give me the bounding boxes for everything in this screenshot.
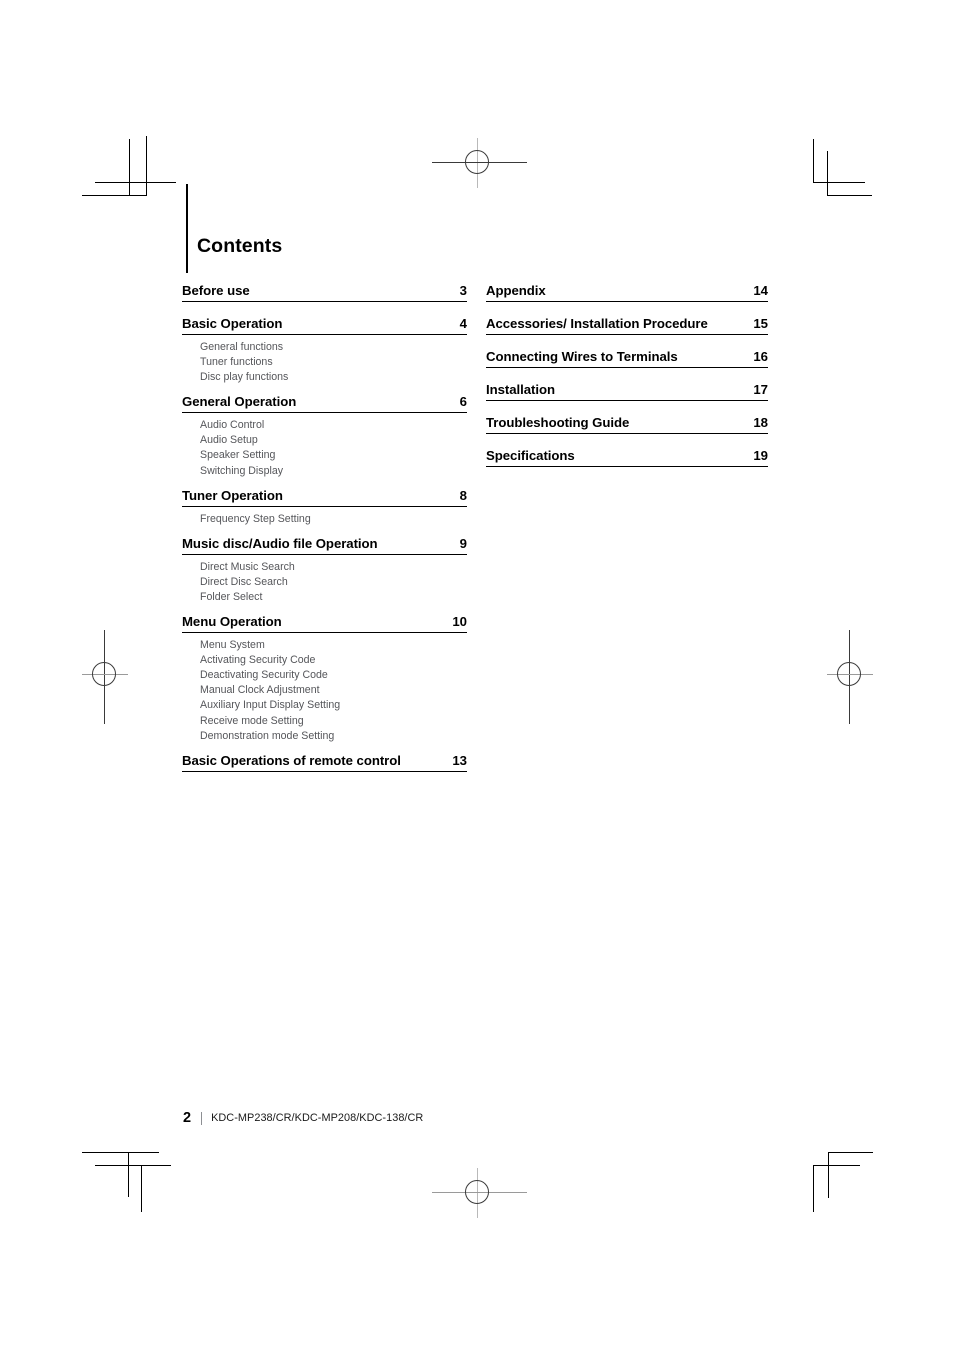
toc-entry-page: 17	[753, 382, 768, 397]
toc-entry-specifications[interactable]: Specifications 19	[486, 448, 768, 467]
toc-entry-page: 15	[753, 316, 768, 331]
page-title-rule	[186, 184, 188, 273]
toc-entry-title: Before use	[182, 283, 250, 298]
toc-subitem[interactable]: Demonstration mode Setting	[200, 729, 467, 744]
toc-entry-page: 3	[459, 283, 467, 298]
toc-subitem[interactable]: Direct Disc Search	[200, 575, 467, 590]
toc-entry-title: Appendix	[486, 283, 546, 298]
toc-entry-title: Music disc/Audio file Operation	[182, 535, 378, 551]
toc-subitem[interactable]: Receive mode Setting	[200, 714, 467, 729]
toc-subitem[interactable]: Activating Security Code	[200, 653, 467, 668]
toc-subitem[interactable]: Folder Select	[200, 590, 467, 605]
page-footer: 2 KDC-MP238/CR/KDC-MP208/KDC-138/CR	[183, 1111, 423, 1126]
toc-subitem[interactable]: Auxiliary Input Display Setting	[200, 698, 467, 713]
toc-entry-page: 10	[452, 614, 467, 630]
toc-subitem[interactable]: Frequency Step Setting	[200, 512, 467, 527]
toc-entry-header[interactable]: Tuner Operation 8	[182, 488, 467, 507]
toc-entry-page: 14	[753, 283, 768, 298]
toc-entry-header[interactable]: Menu Operation 10	[182, 614, 467, 634]
toc-entry-header[interactable]: Connecting Wires to Terminals 16	[486, 349, 768, 368]
toc-entry-page: 8	[459, 487, 467, 503]
toc-entry-page: 6	[459, 394, 467, 410]
toc-entry-installation[interactable]: Installation 17	[486, 382, 768, 401]
toc-entry-music-disc-audio-file-operation[interactable]: Music disc/Audio file Operation 9 Direct…	[182, 536, 467, 605]
toc-entry-header[interactable]: General Operation 6	[182, 394, 467, 414]
toc-subitem[interactable]: Switching Display	[200, 464, 467, 479]
toc-entry-page: 18	[753, 415, 768, 430]
toc-entry-title: Installation	[486, 382, 556, 397]
document-page: Contents Before use 3 Basic Operation 4 …	[0, 0, 954, 1350]
toc-entry-general-operation[interactable]: General Operation 6 Audio Control Audio …	[182, 394, 467, 478]
toc-entry-page: 19	[753, 448, 768, 463]
toc-subitem-list: Direct Music Search Direct Disc Search F…	[182, 555, 467, 605]
toc-entry-page: 16	[753, 349, 768, 364]
toc-entry-header[interactable]: Troubleshooting Guide 18	[486, 415, 768, 434]
toc-entry-title: Specifications	[486, 448, 575, 463]
toc-entry-title: Connecting Wires to Terminals	[486, 349, 678, 364]
toc-entry-header[interactable]: Basic Operations of remote control 13	[182, 753, 467, 772]
toc-subitem[interactable]: Manual Clock Adjustment	[200, 683, 467, 698]
toc-entry-menu-operation[interactable]: Menu Operation 10 Menu System Activating…	[182, 614, 467, 744]
footer-divider	[201, 1111, 203, 1125]
toc-entry-accessories-installation-procedure[interactable]: Accessories/ Installation Procedure 15	[486, 316, 768, 335]
toc-entry-page: 4	[459, 316, 467, 331]
toc-entry-page: 9	[459, 535, 467, 551]
toc-subitem-list: Audio Control Audio Setup Speaker Settin…	[182, 413, 467, 478]
toc-entry-basic-operation[interactable]: Basic Operation 4 General functions Tune…	[182, 316, 467, 385]
toc-subitem[interactable]: Disc play functions	[200, 370, 467, 385]
toc-entry-header[interactable]: Appendix 14	[486, 283, 768, 302]
toc-entry-basic-operations-of-remote-control[interactable]: Basic Operations of remote control 13	[182, 753, 467, 772]
toc-subitem-list: General functions Tuner functions Disc p…	[182, 335, 467, 385]
toc-subitem[interactable]: General functions	[200, 340, 467, 355]
toc-entry-header[interactable]: Basic Operation 4	[182, 316, 467, 335]
toc-entry-header[interactable]: Specifications 19	[486, 448, 768, 467]
toc-subitem-list: Menu System Activating Security Code Dea…	[182, 633, 467, 744]
footer-model-line: KDC-MP238/CR/KDC-MP208/KDC-138/CR	[211, 1111, 424, 1124]
toc-entry-troubleshooting-guide[interactable]: Troubleshooting Guide 18	[486, 415, 768, 434]
toc-entry-title: Troubleshooting Guide	[486, 415, 630, 430]
toc-column-right: Appendix 14 Accessories/ Installation Pr…	[486, 283, 768, 467]
toc-subitem[interactable]: Speaker Setting	[200, 448, 467, 463]
toc-entry-title: Basic Operation	[182, 316, 283, 331]
toc-entry-header[interactable]: Before use 3	[182, 283, 467, 302]
toc-column-left: Before use 3 Basic Operation 4 General f…	[182, 283, 467, 772]
page-content: Contents Before use 3 Basic Operation 4 …	[0, 0, 954, 1350]
toc-subitem[interactable]: Deactivating Security Code	[200, 668, 467, 683]
toc-entry-appendix[interactable]: Appendix 14	[486, 283, 768, 302]
toc-entry-title: Menu Operation	[182, 614, 282, 630]
toc-subitem-list: Frequency Step Setting	[182, 507, 467, 527]
toc-subitem[interactable]: Menu System	[200, 638, 467, 653]
toc-subitem[interactable]: Audio Setup	[200, 433, 467, 448]
toc-entry-header[interactable]: Installation 17	[486, 382, 768, 401]
toc-entry-page: 13	[452, 752, 467, 768]
toc-entry-connecting-wires-to-terminals[interactable]: Connecting Wires to Terminals 16	[486, 349, 768, 368]
toc-entry-title: Tuner Operation	[182, 487, 283, 503]
toc-entry-title: Accessories/ Installation Procedure	[486, 316, 708, 331]
toc-entry-before-use[interactable]: Before use 3	[182, 283, 467, 302]
toc-entry-tuner-operation[interactable]: Tuner Operation 8 Frequency Step Setting	[182, 488, 467, 527]
toc-entry-title: General Operation	[182, 394, 297, 410]
footer-page-number: 2	[183, 1110, 192, 1126]
toc-subitem[interactable]: Direct Music Search	[200, 560, 467, 575]
toc-subitem[interactable]: Tuner functions	[200, 355, 467, 370]
toc-subitem[interactable]: Audio Control	[200, 418, 467, 433]
page-title: Contents	[197, 235, 283, 257]
toc-entry-header[interactable]: Accessories/ Installation Procedure 15	[486, 316, 768, 335]
toc-entry-header[interactable]: Music disc/Audio file Operation 9	[182, 536, 467, 555]
toc-entry-title: Basic Operations of remote control	[182, 752, 401, 768]
